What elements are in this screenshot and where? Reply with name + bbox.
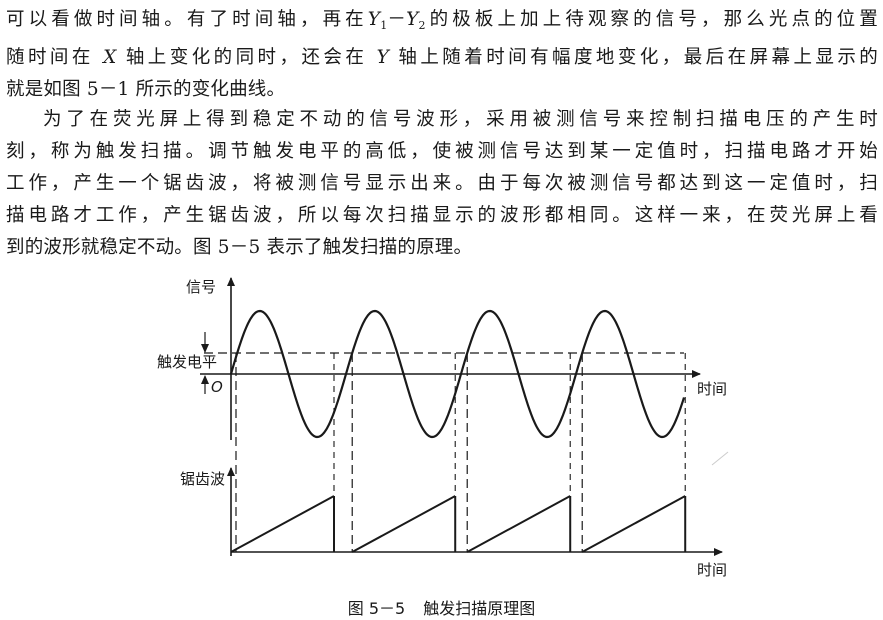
paragraph-2-line-2: 刻，称为触发扫描。调节触发电平的高低，使被测信号达到某一定值时，扫描电路才开始 <box>6 141 878 162</box>
sawtooth-ramp <box>230 495 335 553</box>
sawtooth-axis-label: 锯齿波 <box>180 470 225 488</box>
scan-artifact <box>711 451 729 466</box>
math-y2: Y <box>406 9 419 30</box>
caption-number: 图 5－5 <box>347 599 406 618</box>
trigger-scan-figure: 信号 触发电平 O 时间 锯齿波 时间 <box>157 277 729 579</box>
time-axis-label-top: 时间 <box>697 380 727 398</box>
sawtooth-ramp <box>581 495 686 553</box>
text-run: 随时间在 <box>6 47 94 68</box>
text-run: 轴上变化的同时，还会在 <box>125 47 368 68</box>
paragraph-2-line-1: 为了在荧光屏上得到稳定不动的信号波形，采用被测信号来控制扫描电压的产生时 <box>43 109 878 130</box>
trigger-level-label: 触发电平 <box>157 353 217 371</box>
text-run: 可以看做时间轴。有了时间轴，再在 <box>6 9 368 30</box>
paragraph-1-line-1: 可以看做时间轴。有了时间轴，再在Y1－Y2的极板上加上待观察的信号，那么光点的位… <box>6 4 878 42</box>
paragraph-2-line-5: 到的波形就稳定不动。图 5－5 表示了触发扫描的原理。 <box>6 237 473 258</box>
math-x: X <box>103 47 117 68</box>
time-axis-label-bottom: 时间 <box>697 561 727 579</box>
caption-title: 触发扫描原理图 <box>423 599 536 618</box>
paragraph-2-line-3: 工作，产生一个锯齿波，将被测信号显示出来。由于每次被测信号都达到这一定值时，扫 <box>6 173 878 194</box>
text-run: 轴上随着时间有幅度地变化，最后在屏幕上显示的 <box>398 47 879 68</box>
paragraph-2: 为了在荧光屏上得到稳定不动的信号波形，采用被测信号来控制扫描电压的产生时 刻，称… <box>6 104 878 264</box>
origin-label: O <box>211 378 223 396</box>
paragraph-1-line-3: 就是如图 5－1 所示的变化曲线。 <box>6 79 286 100</box>
math-y: Y <box>376 47 390 68</box>
sawtooth-wave <box>230 495 687 553</box>
sawtooth-ramp <box>351 495 456 553</box>
text-run: 的极板上加上待观察的信号，那么光点的位置 <box>425 9 878 30</box>
math-dash: － <box>387 9 407 30</box>
signal-axis-label: 信号 <box>186 278 216 296</box>
math-y1: Y <box>367 9 381 30</box>
sawtooth-ramp <box>466 495 571 553</box>
figure-caption: 图 5－5 触发扫描原理图 <box>0 595 883 619</box>
trigger-drop-lines <box>235 353 686 552</box>
math-y2-sub: 2 <box>418 19 426 32</box>
paragraph-1: 可以看做时间轴。有了时间轴，再在Y1－Y2的极板上加上待观察的信号，那么光点的位… <box>6 4 878 106</box>
paragraph-2-line-4: 描电路才工作，产生锯齿波，所以每次扫描显示的波形都相同。这样一来，在荧光屏上看 <box>6 205 878 226</box>
paragraph-1-line-2: 随时间在 X 轴上变化的同时，还会在 Y 轴上随着时间有幅度地变化，最后在屏幕上… <box>6 42 878 74</box>
